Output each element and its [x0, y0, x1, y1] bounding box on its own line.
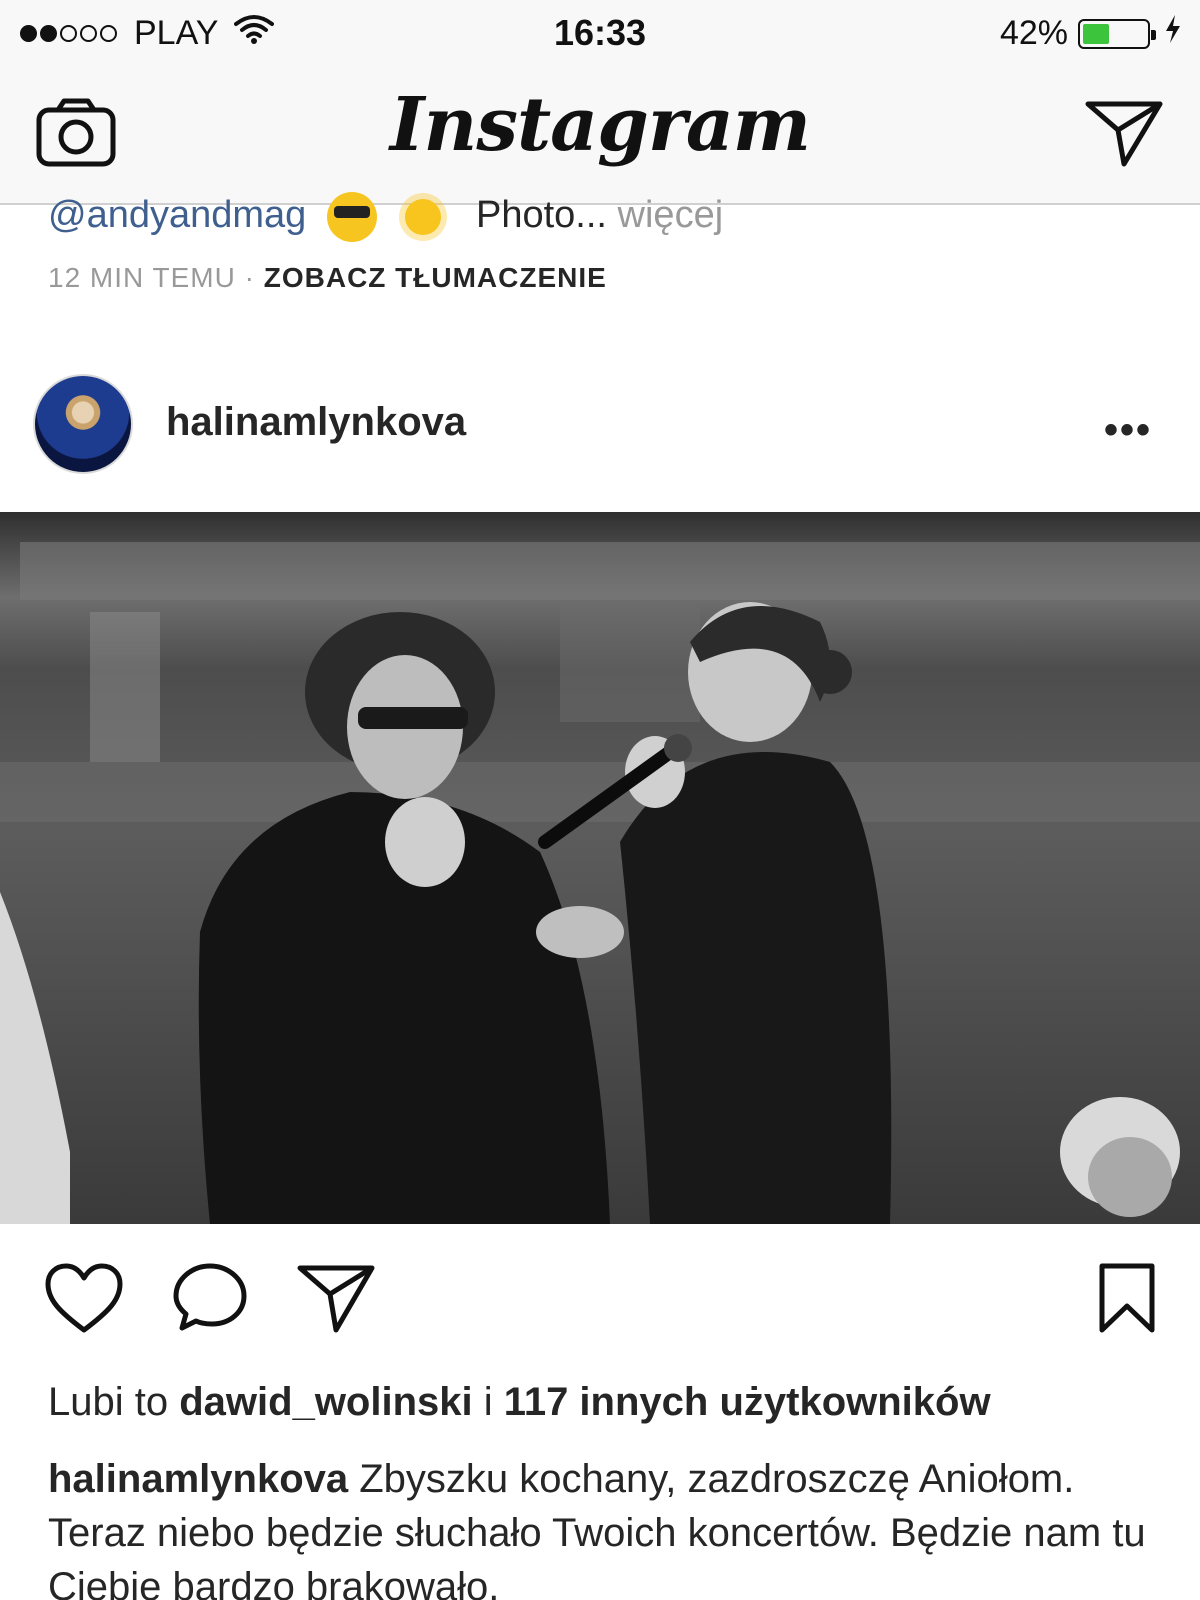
sun-emoji-icon	[405, 199, 442, 235]
more-options-icon[interactable]: •••	[1104, 408, 1152, 453]
previous-post-caption: @andyandmag Photo... więcej	[48, 192, 723, 242]
bookmark-icon[interactable]	[1098, 1262, 1156, 1339]
direct-message-icon[interactable]	[1084, 98, 1164, 173]
battery-icon	[1078, 18, 1156, 49]
share-icon[interactable]	[296, 1262, 376, 1339]
first-liker[interactable]: dawid_wolinski	[179, 1380, 472, 1424]
sunglasses-emoji-icon	[326, 192, 377, 242]
caption-snippet: Photo...	[476, 194, 607, 237]
comment-icon[interactable]	[172, 1262, 248, 1339]
battery-status: 42%	[1000, 14, 1182, 53]
post-username[interactable]: halinamlynkova	[166, 400, 466, 445]
post-photo[interactable]	[0, 512, 1200, 1224]
caption-author[interactable]: halinamlynkova	[48, 1457, 348, 1501]
previous-post-meta: 12 MIN TEMU · ZOBACZ TŁUMACZENIE	[48, 262, 607, 294]
battery-percent: 42%	[999, 14, 1068, 52]
meta-separator: ·	[244, 262, 255, 293]
post-action-bar	[0, 1262, 1200, 1342]
top-navigation-bar: Instagram	[0, 70, 1200, 205]
likes-joiner: i	[483, 1380, 493, 1424]
charging-icon	[1164, 14, 1182, 53]
translate-link[interactable]: ZOBACZ TŁUMACZENIE	[264, 262, 607, 293]
more-link[interactable]: więcej	[618, 194, 724, 236]
mention-link[interactable]: @andyandmag	[48, 194, 306, 236]
instagram-logo: Instagram	[389, 82, 811, 168]
post-caption: halinamlynkova Zbyszku kochany, zazdrosz…	[48, 1452, 1168, 1600]
status-bar: PLAY 16:33 42%	[0, 0, 1200, 70]
time-ago: 12 MIN TEMU	[48, 262, 236, 293]
likes-prefix: Lubi to	[48, 1380, 169, 1424]
battery-level	[1083, 23, 1109, 44]
heart-icon[interactable]	[44, 1262, 124, 1339]
likes-others[interactable]: 117 innych użytkowników	[504, 1380, 991, 1424]
avatar[interactable]	[33, 374, 133, 474]
likes-summary[interactable]: Lubi to dawid_wolinski i 117 innych użyt…	[48, 1380, 991, 1425]
